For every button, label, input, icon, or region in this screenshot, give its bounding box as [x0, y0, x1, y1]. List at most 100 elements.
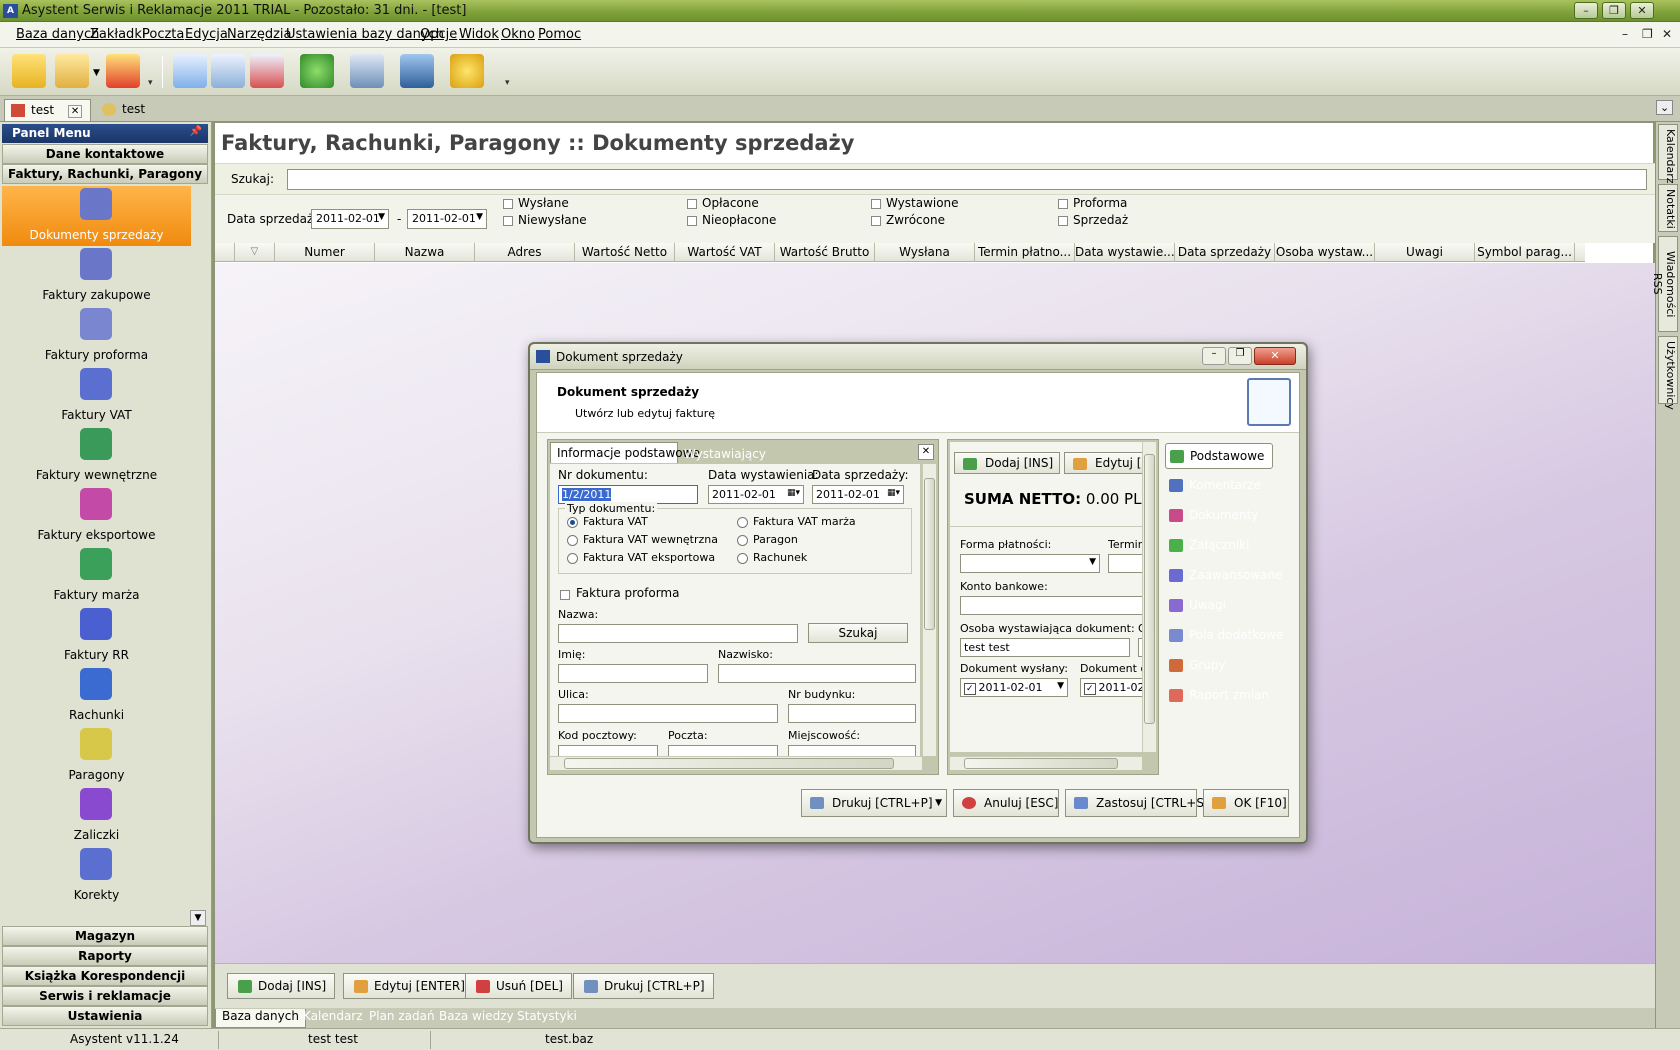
nav-dokumenty[interactable]: Dokumenty [1165, 503, 1273, 529]
radio-faktura-eksportowa[interactable] [567, 553, 578, 564]
menu-pomoc[interactable]: Pomoc [538, 27, 581, 42]
menu-okno[interactable]: Okno [501, 27, 535, 42]
maximize-button[interactable]: ❐ [1602, 2, 1626, 19]
nav-pola-dodatkowe[interactable]: Pola dodatkowe [1165, 623, 1283, 649]
nav-uwagi[interactable]: Uwagi [1165, 593, 1273, 619]
szukaj-button[interactable]: Szukaj [808, 623, 908, 643]
wyslany-date[interactable]: ✓ 2011-02-01 ▼ [960, 678, 1068, 697]
mdi-restore-button[interactable]: ❐ [1642, 27, 1653, 41]
bell-icon[interactable] [450, 54, 484, 88]
scroll-thumb[interactable] [564, 758, 894, 769]
print-icon[interactable] [350, 54, 384, 88]
delete-button[interactable]: Usuń [DEL] [465, 973, 572, 999]
tab-wystawiajacy[interactable]: Wystawiający [684, 444, 766, 464]
forma-platnosci-select[interactable]: ▼ [960, 554, 1100, 573]
doc-tab-1[interactable]: test ✕ [4, 99, 92, 121]
checkbox-proforma[interactable] [1058, 199, 1068, 209]
osoba-input[interactable]: test test [960, 638, 1130, 657]
tab-statystyki[interactable]: Statystyki [517, 1009, 577, 1023]
nav-komentarze[interactable]: Komentarze [1165, 473, 1273, 499]
panel-item-faktury-vat[interactable]: Faktury VAT [2, 366, 191, 426]
edit-document-icon[interactable] [211, 54, 245, 88]
pin-icon[interactable]: 📌 [190, 126, 202, 137]
minimize-button[interactable]: – [1574, 2, 1598, 19]
close-button[interactable]: ✕ [1630, 2, 1654, 19]
checkbox-oplacone[interactable] [687, 199, 697, 209]
mid-edit-button[interactable]: Edytuj [ENTE [1064, 452, 1142, 474]
ulica-input[interactable] [558, 704, 778, 723]
nav-grupy[interactable]: Grupy [1165, 653, 1273, 679]
tab-baza-danych[interactable]: Baza danych [215, 1009, 306, 1028]
search-input[interactable] [287, 169, 1647, 190]
panel-item-faktury-wewnetrzne[interactable]: Faktury wewnętrzne [2, 426, 191, 486]
tab-kalendarz[interactable]: Kalendarz [303, 1009, 363, 1023]
side-tab-notatki[interactable]: Notatki [1658, 184, 1678, 232]
checkbox-wyslane[interactable] [503, 199, 513, 209]
close-tab-icon[interactable]: ✕ [67, 105, 83, 118]
radio-faktura-vat-marza[interactable] [737, 517, 748, 528]
scroll-thumb[interactable] [1144, 454, 1155, 724]
nav-podstawowe[interactable]: Podstawowe [1165, 443, 1273, 469]
checkbox-wystawione[interactable] [871, 199, 881, 209]
menu-narzedzia[interactable]: Narzędzia [227, 27, 292, 42]
refresh-icon[interactable] [300, 54, 334, 88]
nav-raport-zmian[interactable]: Raport zmian [1165, 683, 1273, 709]
col-adres[interactable]: Adres [475, 243, 575, 262]
tab-list-chevron-icon[interactable]: ⌄ [1656, 100, 1674, 115]
panel-item-dokumenty-sprzedazy[interactable]: Dokumenty sprzedaży [2, 186, 191, 246]
checkbox-sprzedaz[interactable] [1058, 216, 1068, 226]
konto-input[interactable] [960, 596, 1142, 615]
scroll-thumb[interactable] [964, 758, 1118, 769]
menu-widok[interactable]: Widok [459, 27, 499, 42]
mdi-close-button[interactable]: ✕ [1662, 27, 1672, 41]
left-hscrollbar[interactable] [550, 756, 922, 770]
nav-zaawansowane[interactable]: Zaawansowane [1165, 563, 1282, 589]
ok-button[interactable]: OK [F10] [1203, 789, 1289, 817]
col-symbol-paragonu[interactable]: Symbol parag... [1475, 243, 1575, 262]
date-to-combo[interactable]: 2011-02-01 ▼ [407, 209, 487, 229]
edit-button[interactable]: Edytuj [ENTER] [343, 973, 474, 999]
termin-input[interactable] [1108, 554, 1142, 573]
left-vscrollbar[interactable] [922, 464, 936, 756]
checkbox-niewyslane[interactable] [503, 216, 513, 226]
new-database-icon[interactable] [12, 54, 46, 88]
group-raporty[interactable]: Raporty [2, 946, 208, 966]
col-uwagi[interactable]: Uwagi [1375, 243, 1475, 262]
checkbox-proforma-doc[interactable] [560, 590, 570, 600]
col-wartosc-vat[interactable]: Wartość VAT [675, 243, 775, 262]
menu-zakladki[interactable]: Zakładki [90, 27, 145, 42]
delete-document-icon[interactable] [250, 54, 284, 88]
panel-item-paragony[interactable]: Paragony [2, 726, 191, 786]
side-tab-uzytkownicy[interactable]: Użytkownicy [1658, 336, 1678, 410]
add-button[interactable]: Dodaj [INS] [227, 973, 336, 999]
col-wyslana[interactable]: Wysłana [875, 243, 975, 262]
menu-opcje[interactable]: Opcje [420, 27, 457, 42]
col-nazwa[interactable]: Nazwa [375, 243, 475, 262]
col-osoba[interactable]: Osoba wystaw... [1275, 243, 1375, 262]
nazwisko-input[interactable] [718, 664, 916, 683]
dialog-minimize-button[interactable]: – [1202, 347, 1226, 365]
poczta-input[interactable] [668, 745, 778, 756]
radio-rachunek[interactable] [737, 553, 748, 564]
open-dropdown-icon[interactable]: ▼ [93, 68, 100, 78]
open-folder-icon[interactable] [55, 54, 89, 88]
panel-item-faktury-proforma[interactable]: Faktury proforma [2, 306, 191, 366]
radio-faktura-vat[interactable] [567, 517, 578, 528]
side-tab-rss[interactable]: Wiadomości RSS [1651, 236, 1678, 332]
filter-icon[interactable]: ▽ [235, 243, 275, 262]
group-serwis[interactable]: Serwis i reklamacje [2, 986, 208, 1006]
data-wystawienia-input[interactable]: 2011-02-01 ▦▾ [708, 485, 804, 504]
tab-informacje-podstawowe[interactable]: Informacje podstawowe [550, 442, 700, 463]
col-data-sprzedazy[interactable]: Data sprzedaży [1175, 243, 1275, 262]
mid-hscrollbar[interactable] [950, 756, 1142, 770]
dialog-close-button[interactable]: ✕ [1254, 347, 1296, 365]
drukuj-button[interactable]: Drukuj [CTRL+P] ▼ [801, 789, 947, 817]
panel-item-korekty[interactable]: Korekty [2, 846, 191, 906]
panel-item-zaliczki[interactable]: Zaliczki [2, 786, 191, 846]
col-wartosc-brutto[interactable]: Wartość Brutto [775, 243, 875, 262]
side-tab-kalendarz[interactable]: Kalendarz [1658, 124, 1678, 184]
anuluj-button[interactable]: Anuluj [ESC] [953, 789, 1059, 817]
checkbox-nieoplacone[interactable] [687, 216, 697, 226]
radio-paragon[interactable] [737, 535, 748, 546]
group-magazyn[interactable]: Magazyn [2, 926, 208, 946]
